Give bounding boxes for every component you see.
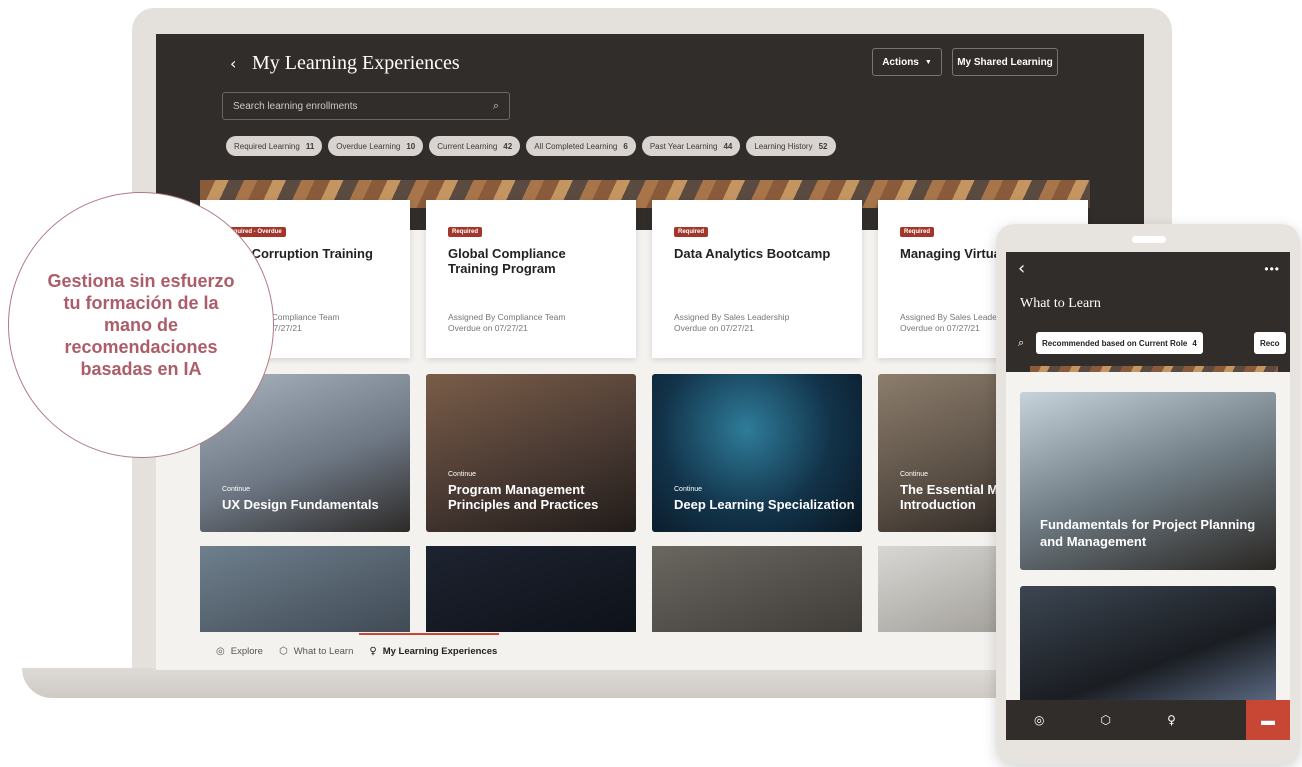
chat-icon[interactable]: ▬ <box>1246 700 1290 740</box>
chip-count: 4 <box>1192 338 1197 348</box>
chip-label: Recommended based on Current Role <box>1042 338 1188 348</box>
actions-button[interactable]: Actions ▼ <box>872 48 942 76</box>
chip-overdue-learning[interactable]: Overdue Learning 10 <box>328 136 424 156</box>
nav-label: What to Learn <box>293 645 354 657</box>
phone-screen: ‹ ••• What to Learn ⌕ Recommended based … <box>1006 252 1290 740</box>
chip-label: All Completed Learning <box>534 141 618 151</box>
card-meta: Assigned By Compliance Team Overdue on 0… <box>448 312 566 334</box>
chip-label: Required Learning <box>234 141 300 151</box>
chip-count: 52 <box>818 141 828 151</box>
status-badge: Required <box>900 227 935 237</box>
cube-icon: ⬡ <box>278 645 288 657</box>
card-due: Overdue on 07/27/21 <box>674 323 754 333</box>
nav-what-to-learn[interactable]: ⬡ What to Learn <box>279 646 353 657</box>
nav-label: My Learning Experiences <box>382 645 498 657</box>
learning-card[interactable]: Required Global Compliance Training Prog… <box>426 200 636 358</box>
chip-learning-history[interactable]: Learning History 52 <box>746 136 836 156</box>
chip-label: Reco <box>1260 338 1280 348</box>
chip-required-learning[interactable]: Required Learning 11 <box>226 136 323 156</box>
chip-label: Current Learning <box>437 141 498 151</box>
course-tile[interactable]: Continue Program Management Principles an… <box>426 374 636 532</box>
tile-status: Continue <box>674 486 703 493</box>
chevron-left-icon[interactable]: ‹ <box>230 54 236 73</box>
cube-icon[interactable]: ⬡ <box>1101 713 1111 727</box>
phone-filter-chip[interactable]: Reco <box>1254 332 1286 354</box>
learning-card[interactable]: Required Data Analytics Bootcamp Assigne… <box>652 200 862 358</box>
card-meta: Assigned By Sales Leadership Overdue on … <box>674 312 789 334</box>
laptop-base <box>22 668 1032 698</box>
search-icon[interactable]: ⌕ <box>493 99 499 113</box>
search-icon[interactable]: ⌕ <box>1018 336 1024 350</box>
phone-filter-chip[interactable]: Recommended based on Current Role 4 <box>1036 332 1203 354</box>
chip-count: 44 <box>723 141 733 151</box>
phone-decorative-strip <box>1030 366 1278 372</box>
chip-count: 42 <box>503 141 513 151</box>
chip-count: 10 <box>406 141 416 151</box>
phone-header: ‹ ••• What to Learn ⌕ Recommended based … <box>1006 252 1290 372</box>
card-title: Fundamentals for Project Planning and Ma… <box>1040 517 1256 549</box>
page-title: My Learning Experiences <box>252 52 460 74</box>
chevron-left-icon[interactable]: ‹ <box>1018 258 1025 279</box>
status-badge: Required <box>674 227 709 237</box>
callout-circle: Gestiona sin esfuerzo tu formación de la… <box>8 192 274 458</box>
phone-course-card[interactable] <box>1020 586 1276 706</box>
chip-count: 11 <box>305 141 315 151</box>
search-placeholder: Search learning enrollments <box>233 100 358 112</box>
actions-label: Actions <box>882 56 919 68</box>
nav-my-learning-experiences[interactable]: ♀ My Learning Experiences <box>359 632 500 657</box>
chip-past-year-learning[interactable]: Past Year Learning 44 <box>641 136 741 156</box>
chip-count: 6 <box>623 141 628 151</box>
card-title: Data Analytics Bootcamp <box>674 246 831 261</box>
my-shared-learning-button[interactable]: My Shared Learning <box>952 48 1058 76</box>
card-due: Overdue on 07/27/21 <box>448 323 528 333</box>
course-tile[interactable]: Continue Deep Learning Specialization <box>652 374 862 532</box>
chip-current-learning[interactable]: Current Learning 42 <box>429 136 521 156</box>
phone-notch <box>1132 236 1166 243</box>
phone-course-card[interactable]: Fundamentals for Project Planning and Ma… <box>1020 392 1276 570</box>
search-input[interactable]: Search learning enrollments ⌕ <box>222 92 510 120</box>
eye-icon[interactable]: ◎ <box>1034 713 1044 727</box>
phone-device: ‹ ••• What to Learn ⌕ Recommended based … <box>996 224 1300 764</box>
lightbulb-icon[interactable]: ♀ <box>1167 713 1176 727</box>
nav-label: Explore <box>230 645 263 657</box>
nav-explore[interactable]: ◎ Explore <box>216 646 263 657</box>
filter-chips: Required Learning 11 Overdue Learning 10 C… <box>226 136 836 156</box>
card-title: Global Compliance Training Program <box>448 246 566 276</box>
callout-text: Gestiona sin esfuerzo tu formación de la… <box>47 271 235 379</box>
chip-all-completed-learning[interactable]: All Completed Learning 6 <box>526 136 636 156</box>
card-assigned: Assigned By Compliance Team <box>448 312 566 322</box>
more-icon[interactable]: ••• <box>1264 262 1280 276</box>
tile-title: Program Management Principles and Practi… <box>448 482 599 512</box>
eye-icon: ◎ <box>216 645 225 657</box>
caret-down-icon: ▼ <box>924 58 932 66</box>
card-assigned: Assigned By Sales Leadership <box>674 312 790 322</box>
tile-status: Continue <box>448 471 477 478</box>
tile-title: UX Design Fundamentals <box>222 497 379 512</box>
tile-status: Continue <box>222 486 251 493</box>
phone-title: What to Learn <box>1020 296 1101 311</box>
chip-label: Overdue Learning <box>336 141 401 151</box>
tile-title: Deep Learning Specialization <box>674 497 855 512</box>
chip-label: Learning History <box>754 141 813 151</box>
chip-label: Past Year Learning <box>649 141 718 151</box>
status-badge: Required <box>448 227 483 237</box>
lightbulb-icon: ♀ <box>369 645 377 657</box>
